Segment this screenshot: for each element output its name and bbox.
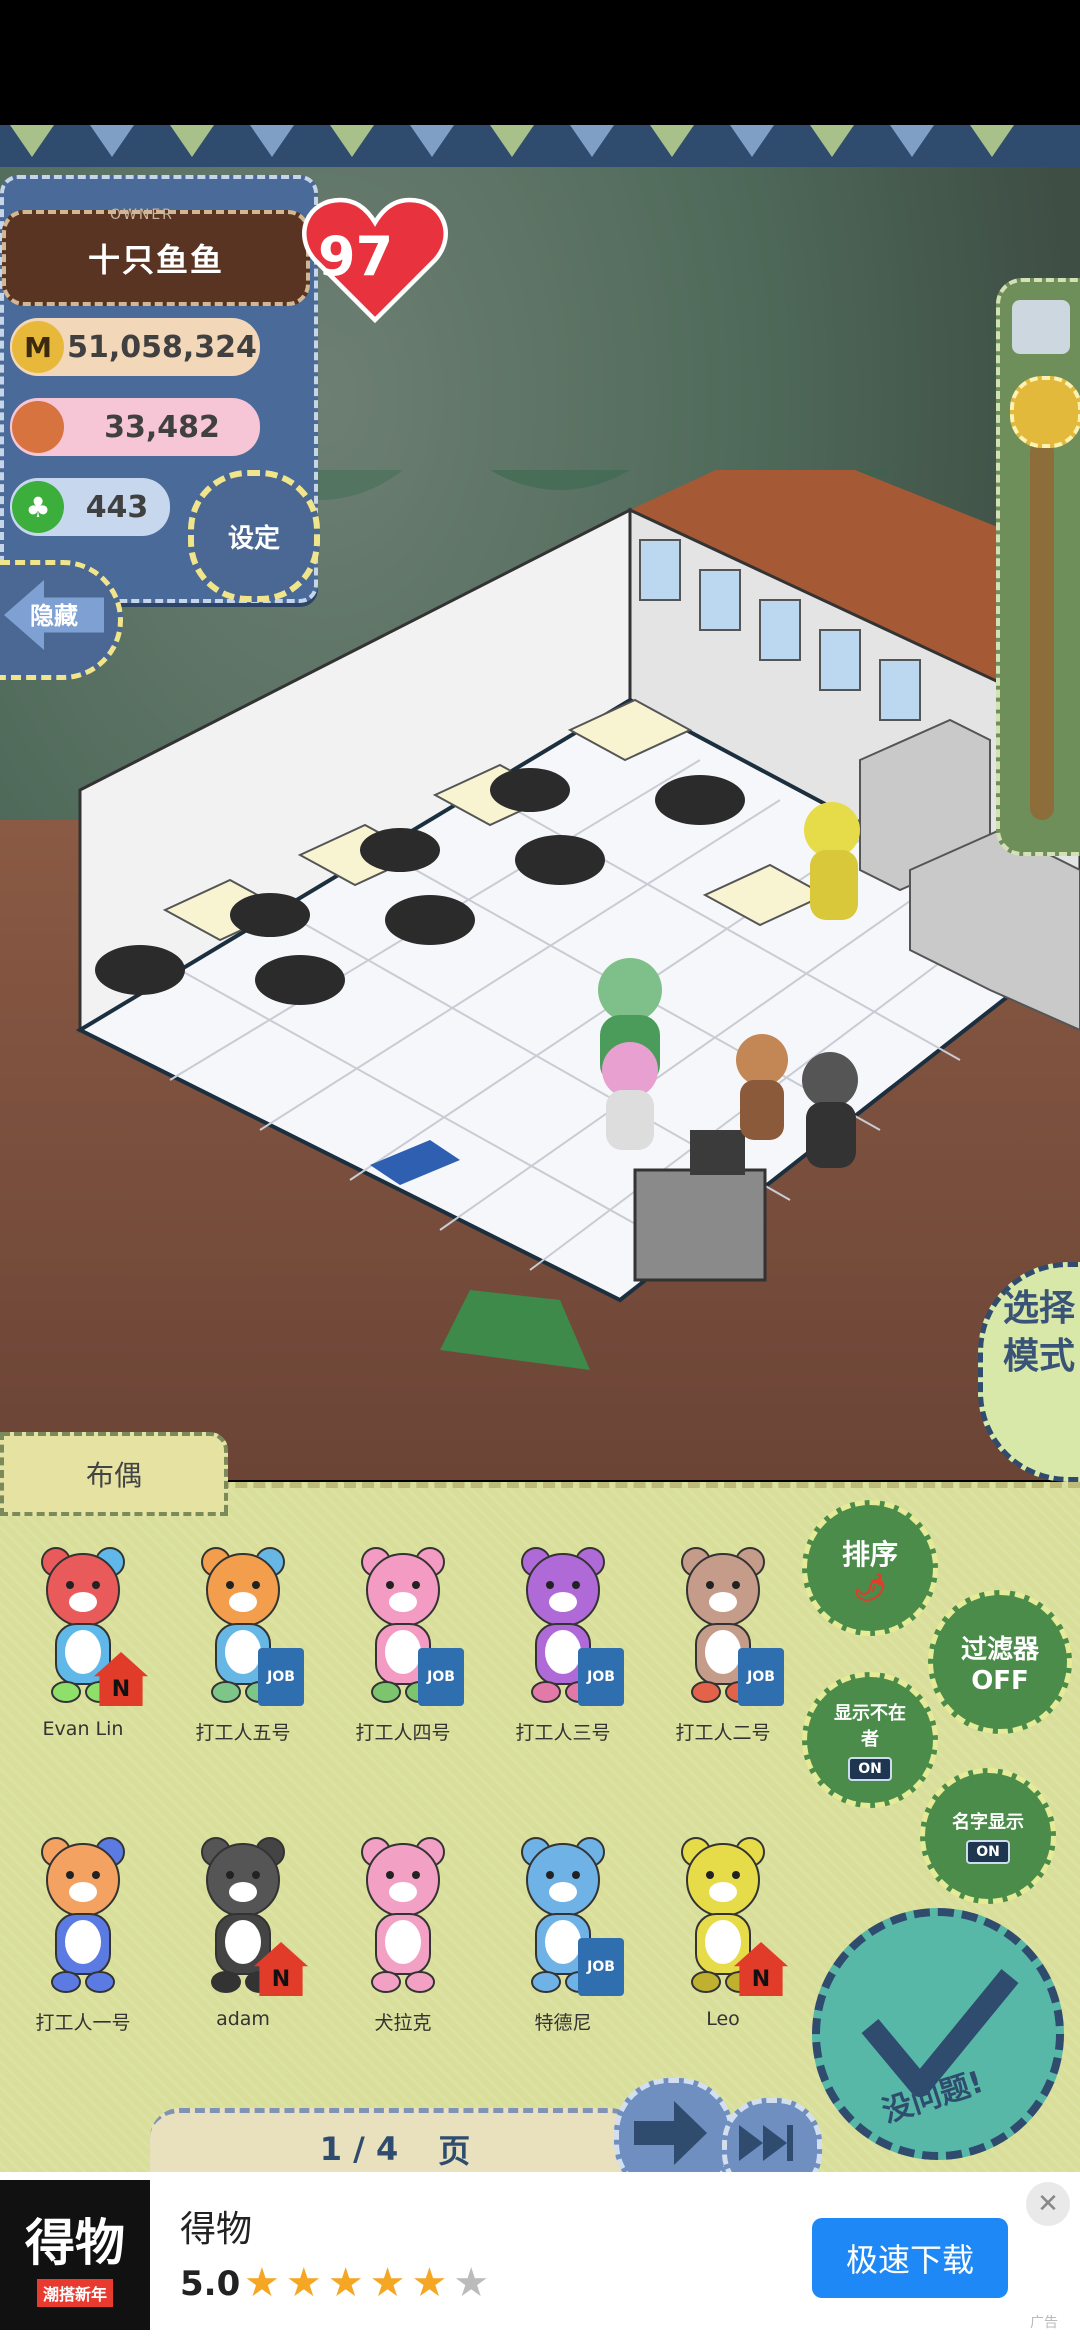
character-name: 打工人五号 (195, 1722, 291, 1744)
ad-logo-subtitle: 潮搭新年 (36, 2279, 113, 2307)
chili-icon: 🌶 (853, 1573, 887, 1603)
job-badge-icon: JOB (418, 1648, 464, 1706)
show-absent-state: ON (848, 1757, 892, 1781)
ad-star-rating: ★★★★★★ (244, 2260, 495, 2306)
bear-doll-icon: N (668, 1830, 788, 2000)
food-basket-icon (12, 401, 64, 453)
right-arrow-icon (634, 2101, 707, 2165)
show-absent-label: 显示不在者 (834, 1703, 906, 1750)
character-card[interactable]: N Evan Lin (8, 1540, 158, 1740)
character-name: 打工人二号 (675, 1722, 771, 1744)
job-badge-icon: JOB (258, 1648, 304, 1706)
job-badge-icon: JOB (578, 1648, 624, 1706)
money-stat: M 51,058,324 (10, 318, 260, 376)
bunting-decoration (0, 125, 1080, 167)
restaurant-floor[interactable] (0, 470, 1080, 1370)
character-card[interactable]: JOB 打工人二号 (648, 1540, 798, 1745)
status-bar (0, 0, 1080, 125)
character-name: Evan Lin (42, 1718, 124, 1740)
bear-doll-icon: N (28, 1540, 148, 1710)
job-badge-icon: JOB (578, 1938, 624, 1996)
tab-dolls[interactable]: 布偶 (0, 1432, 228, 1516)
coin-icon: M (12, 321, 64, 373)
bear-doll-icon: N (188, 1830, 308, 2000)
ad-stars-filled: ★★★★★ (244, 2260, 454, 2306)
mode-select-label: 选择模式 (1002, 1288, 1075, 1377)
owner-name-tag: 十只鱼鱼 (2, 210, 310, 306)
character-card[interactable]: JOB 打工人四号 (328, 1540, 478, 1745)
ad-close-button[interactable]: ✕ (1026, 2182, 1070, 2226)
character-card[interactable]: JOB 特德尼 (488, 1830, 638, 2035)
character-name: 特德尼 (534, 2012, 592, 2034)
character-card[interactable]: 犬拉克 (328, 1830, 478, 2035)
heart-level: 97 (318, 225, 394, 288)
filter-button[interactable]: 过滤器 OFF (928, 1590, 1072, 1734)
zoom-track[interactable] (1030, 440, 1054, 820)
character-name: 犬拉克 (374, 2012, 432, 2034)
ad-label: 广告 (1030, 2315, 1058, 2331)
character-card[interactable]: 打工人一号 (8, 1830, 158, 2035)
character-name: adam (216, 2008, 270, 2030)
money-value: 51,058,324 (67, 329, 257, 365)
bear-doll-icon: JOB (188, 1540, 304, 1710)
character-name: 打工人一号 (35, 2012, 131, 2034)
sort-label: 排序 (841, 1538, 898, 1571)
page-unit: 页 (438, 2132, 471, 2170)
zoom-building-icon (1012, 300, 1070, 354)
clover-stat: ♣ 443 (10, 478, 170, 536)
character-name: 打工人三号 (515, 1722, 611, 1744)
page-current: 1 / 4 (319, 2130, 399, 2168)
food-stat: 33,482 (10, 398, 260, 456)
clover-value: 443 (85, 489, 149, 525)
ad-download-button[interactable]: 极速下载 (812, 2218, 1008, 2298)
character-name: Leo (706, 2008, 740, 2030)
show-name-label: 名字显示 (952, 1812, 1024, 1833)
character-name: 打工人四号 (355, 1722, 451, 1744)
settings-button[interactable]: 设定 (188, 470, 320, 602)
character-card[interactable]: JOB 打工人三号 (488, 1540, 638, 1745)
show-name-toggle[interactable]: 名字显示 ON (920, 1768, 1056, 1904)
bear-doll-icon: JOB (668, 1540, 784, 1710)
bear-doll-icon (348, 1830, 458, 2000)
filter-state: OFF (971, 1665, 1029, 1696)
show-absent-toggle[interactable]: 显示不在者 ON (802, 1672, 938, 1808)
show-name-state: ON (966, 1840, 1010, 1864)
character-card[interactable]: Nadam (168, 1830, 318, 2030)
sort-button[interactable]: 排序 🌶 (802, 1500, 938, 1636)
checkmark-icon (861, 1969, 1019, 2097)
hide-label: 隐藏 (30, 602, 78, 630)
bear-doll-icon (28, 1830, 138, 2000)
ad-app-logo[interactable]: 得物 潮搭新年 (0, 2180, 150, 2330)
character-card[interactable]: JOB 打工人五号 (168, 1540, 318, 1745)
owner-label: OWNER (110, 207, 174, 223)
clover-icon: ♣ (12, 481, 64, 533)
bear-doll-icon: JOB (348, 1540, 464, 1710)
confirm-button[interactable] (812, 1908, 1064, 2160)
zoom-knob[interactable] (1010, 376, 1080, 448)
skip-end-icon (739, 2125, 793, 2161)
job-badge-icon: JOB (738, 1648, 784, 1706)
ad-logo-text: 得物 (25, 2214, 125, 2272)
bear-doll-icon: JOB (508, 1830, 624, 2000)
ad-rating: 5.0 (180, 2264, 241, 2304)
ad-star-empty: ★ (453, 2260, 496, 2306)
food-value: 33,482 (104, 409, 220, 445)
filter-label: 过滤器 (960, 1634, 1039, 1665)
bear-doll-icon: JOB (508, 1540, 624, 1710)
character-card[interactable]: N Leo (648, 1830, 798, 2030)
ad-app-name[interactable]: 得物 (180, 2200, 252, 2252)
